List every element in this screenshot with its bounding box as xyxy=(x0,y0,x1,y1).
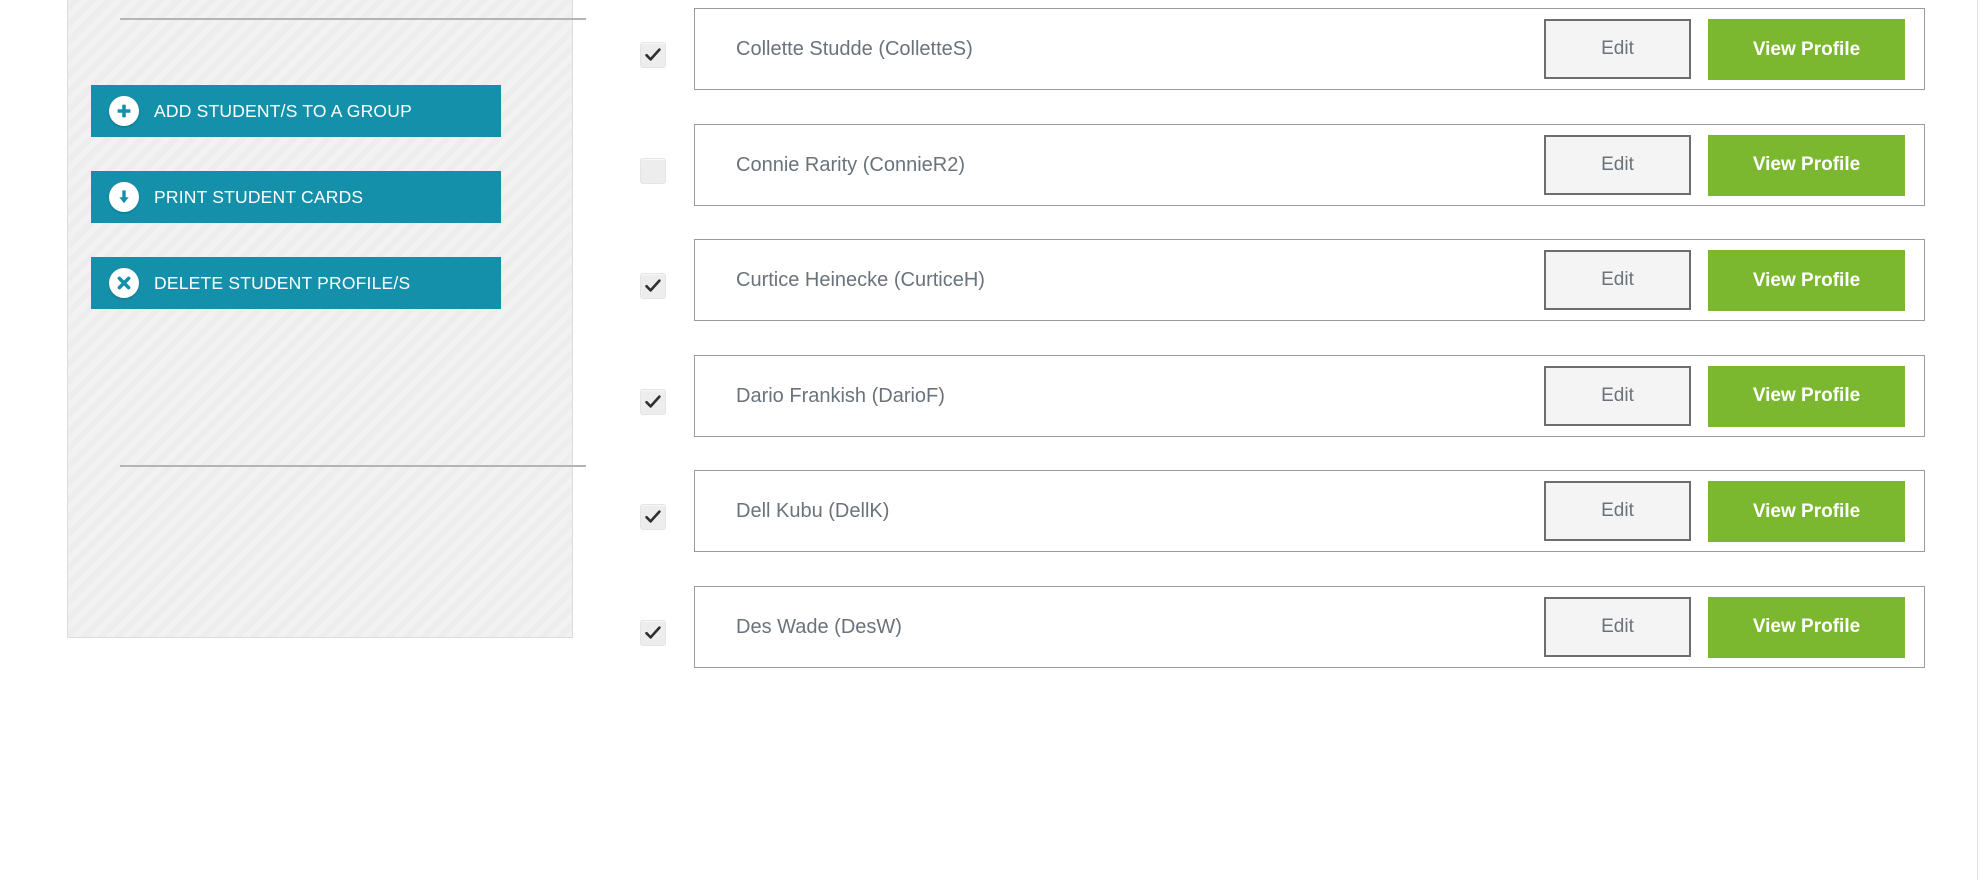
edit-button[interactable]: Edit xyxy=(1544,596,1691,657)
checkmark-icon xyxy=(645,279,661,292)
student-name: Dell Kubu (DellK) xyxy=(736,500,890,522)
checkmark-icon xyxy=(645,48,661,61)
student-select-checkbox[interactable] xyxy=(640,42,666,68)
edit-button[interactable]: Edit xyxy=(1544,481,1691,541)
student-card: Dario Frankish (DarioF) Edit View Profil… xyxy=(694,354,1925,437)
view-profile-button[interactable]: View Profile xyxy=(1708,19,1905,80)
edit-button[interactable]: Edit xyxy=(1544,250,1691,310)
view-profile-button[interactable]: View Profile xyxy=(1708,134,1905,196)
student-row: Des Wade (DesW) Edit View Profile xyxy=(0,575,1983,691)
student-select-checkbox[interactable] xyxy=(640,388,666,415)
student-list: Collette Studde (ColletteS) Edit View Pr… xyxy=(0,0,1983,880)
student-row: Dell Kubu (DellK) Edit View Profile xyxy=(0,459,1983,575)
student-select-checkbox[interactable] xyxy=(640,619,666,646)
student-name: Connie Rarity (ConnieR2) xyxy=(736,153,965,176)
student-name: Des Wade (DesW) xyxy=(736,615,902,638)
student-card: Dell Kubu (DellK) Edit View Profile xyxy=(694,470,1925,552)
student-card: Des Wade (DesW) Edit View Profile xyxy=(694,585,1925,668)
view-profile-button[interactable]: View Profile xyxy=(1708,365,1905,427)
student-select-checkbox[interactable] xyxy=(640,504,666,530)
view-profile-button[interactable]: View Profile xyxy=(1708,596,1905,658)
student-card: Curtice Heinecke (CurticeH) Edit View Pr… xyxy=(694,239,1925,321)
edit-button[interactable]: Edit xyxy=(1544,365,1691,426)
view-profile-button[interactable]: View Profile xyxy=(1708,250,1905,311)
checkmark-icon xyxy=(645,625,661,639)
student-name: Curtice Heinecke (CurticeH) xyxy=(736,269,985,291)
student-select-checkbox[interactable] xyxy=(640,157,666,184)
view-profile-button[interactable]: View Profile xyxy=(1708,481,1905,542)
student-card: Connie Rarity (ConnieR2) Edit View Profi… xyxy=(694,123,1925,206)
student-name: Dario Frankish (DarioF) xyxy=(736,384,945,407)
checkmark-icon xyxy=(645,510,661,523)
student-row: Dario Frankish (DarioF) Edit View Profil… xyxy=(0,344,1983,460)
student-card: Collette Studde (ColletteS) Edit View Pr… xyxy=(694,8,1925,90)
student-row: Curtice Heinecke (CurticeH) Edit View Pr… xyxy=(0,228,1983,344)
student-select-checkbox[interactable] xyxy=(640,273,666,299)
checkmark-icon xyxy=(645,394,661,408)
student-row: Connie Rarity (ConnieR2) Edit View Profi… xyxy=(0,113,1983,229)
student-name: Collette Studde (ColletteS) xyxy=(736,38,973,60)
student-row: Collette Studde (ColletteS) Edit View Pr… xyxy=(0,0,1983,113)
edit-button[interactable]: Edit xyxy=(1544,19,1691,79)
edit-button[interactable]: Edit xyxy=(1544,134,1691,195)
page-root: ADD STUDENT/S TO A GROUP PRINT STUDENT C… xyxy=(0,0,1983,880)
